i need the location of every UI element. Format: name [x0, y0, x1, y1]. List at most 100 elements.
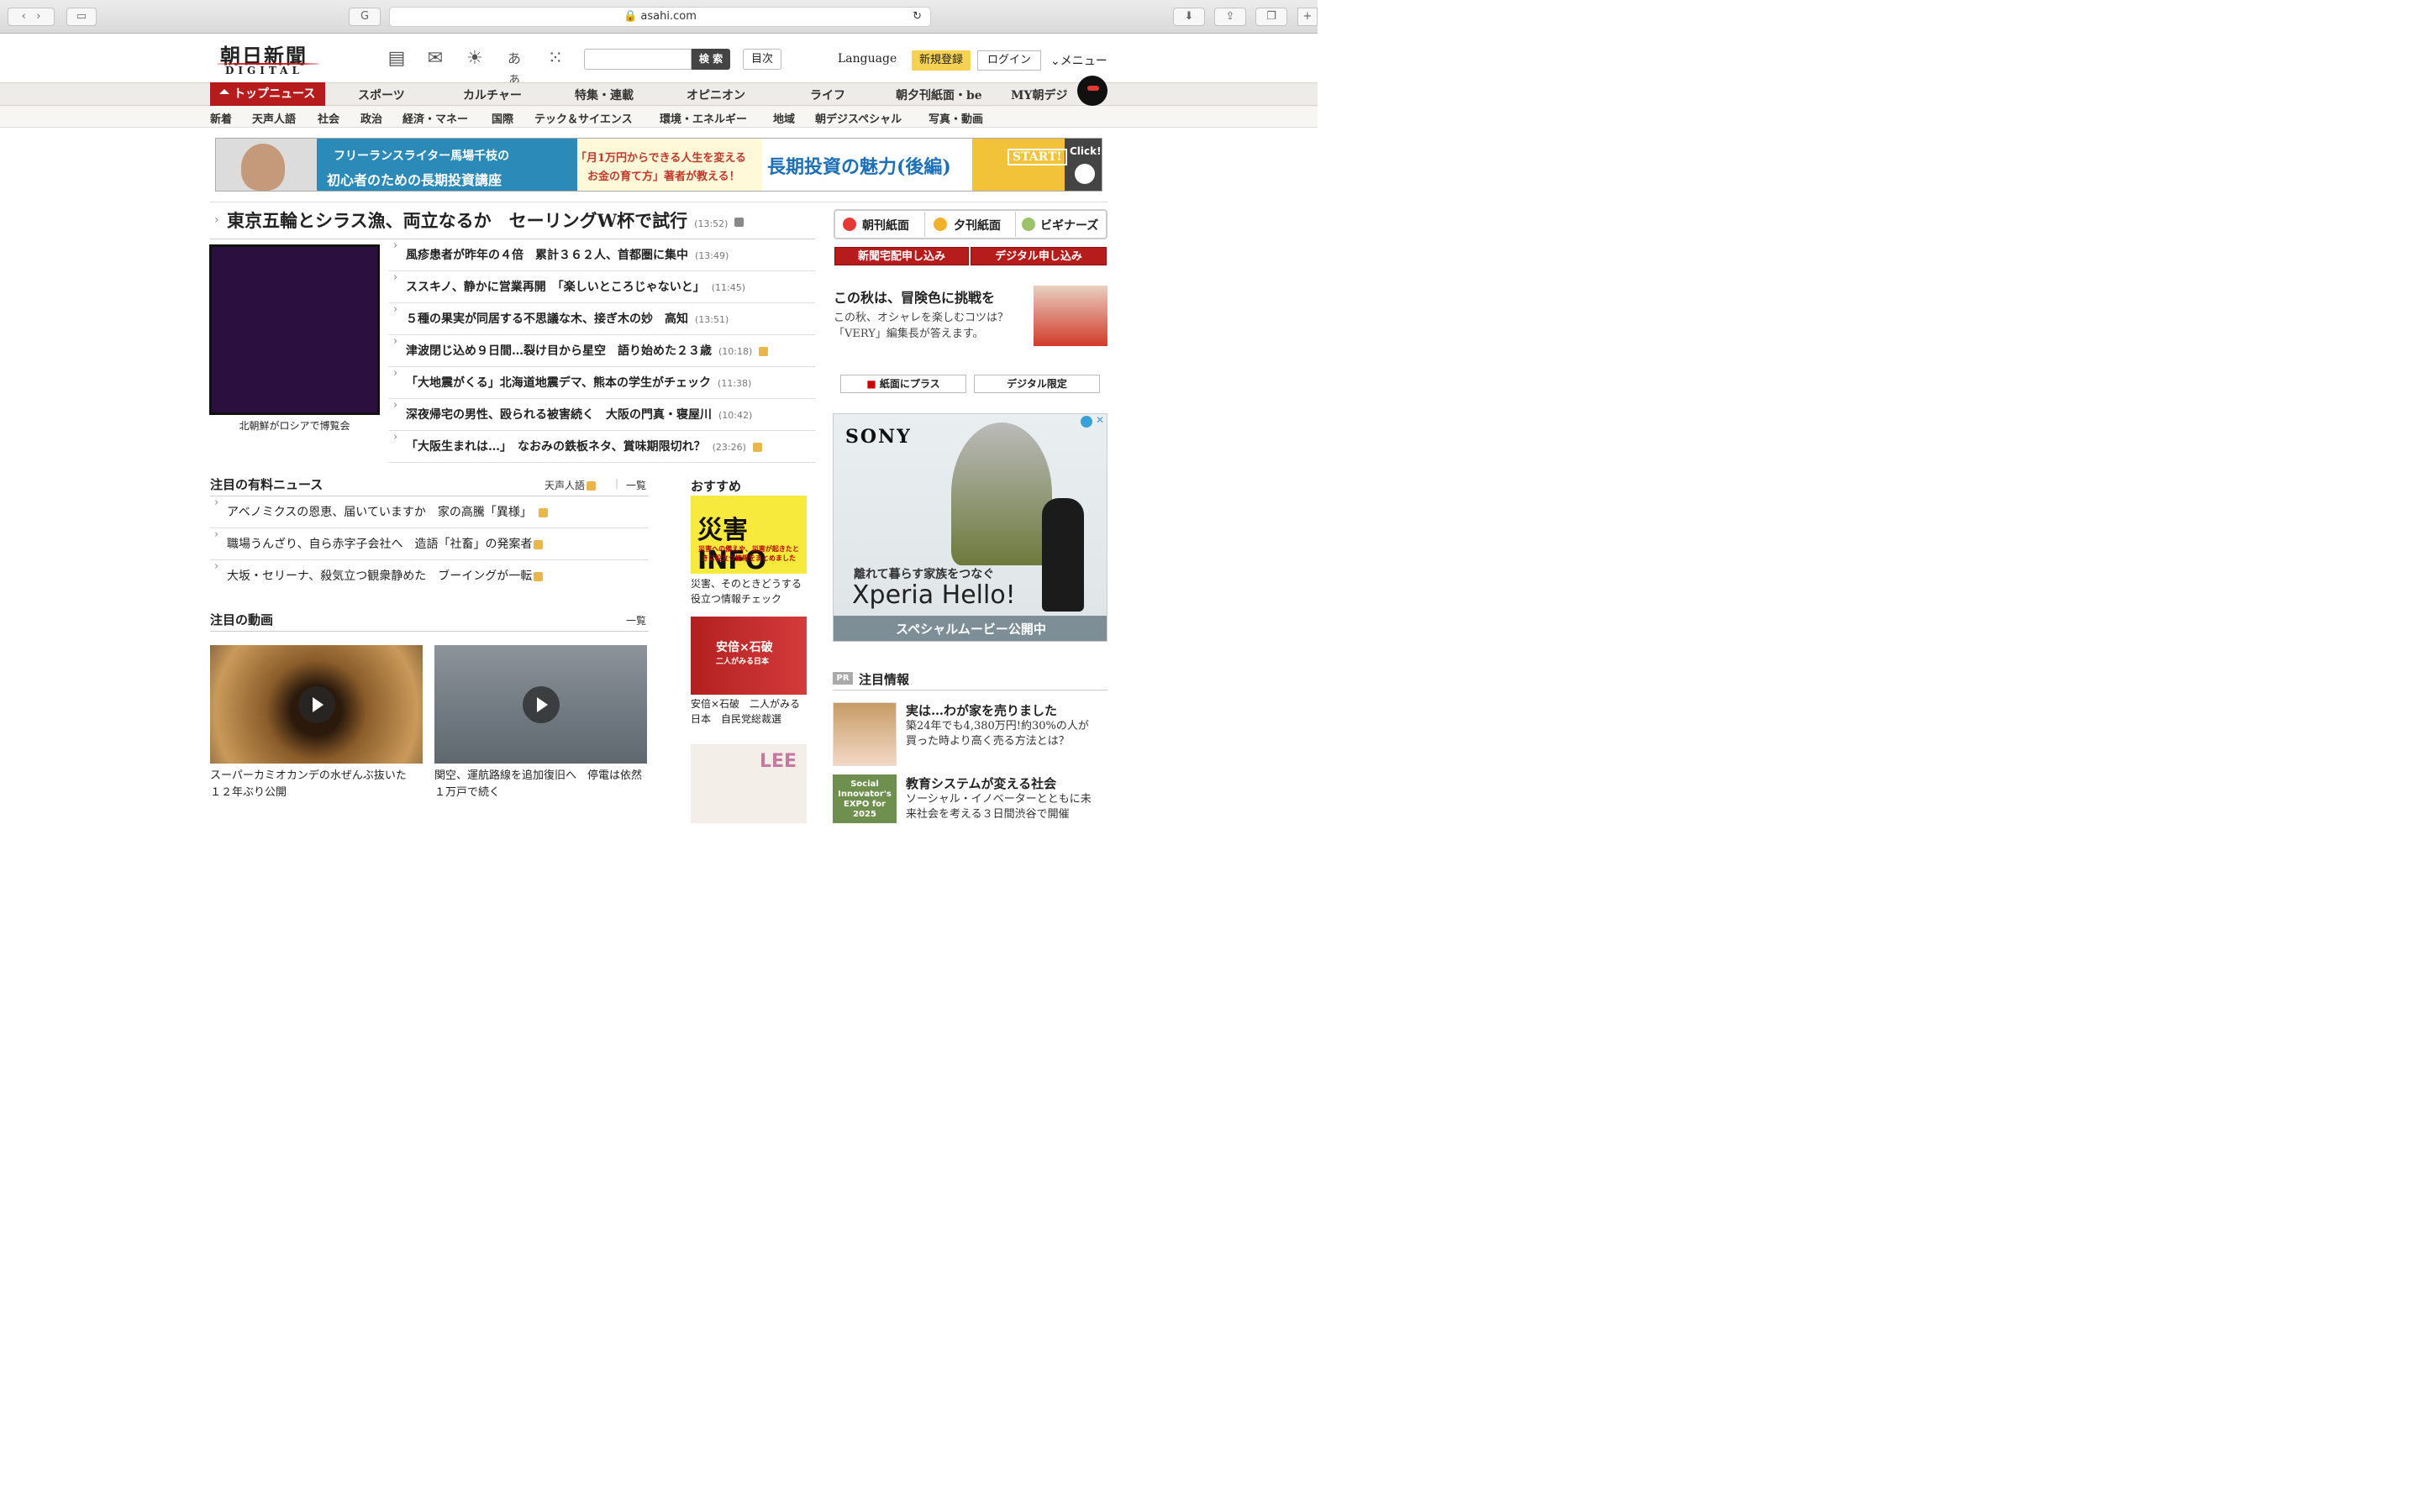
- language-link[interactable]: Language: [838, 52, 897, 66]
- pr-item-title[interactable]: 教育システムが変える社会: [906, 774, 1056, 792]
- sidebar-icon[interactable]: ▭: [66, 8, 97, 26]
- promo-title[interactable]: この秋は、冒険色に挑戦を: [834, 286, 995, 307]
- tabs-icon[interactable]: ❐: [1255, 8, 1287, 26]
- subnav-international[interactable]: 国際: [492, 110, 513, 126]
- recommended-image-sub: 二人がみる日本: [716, 658, 770, 666]
- news-item[interactable]: › ５種の果実が同居する不思議な木、接ぎ木の妙 高知 (13:51): [389, 303, 815, 335]
- promo-image[interactable]: [1034, 286, 1107, 346]
- chevron-right-icon: ›: [214, 496, 219, 509]
- news-item[interactable]: › 「大阪生まれは…」 なおみの鉄板ネタ、賞味期限切れ？ (23:26): [389, 431, 815, 463]
- paid-news-item[interactable]: › 大坂・セリーナ、殺気立つ観衆静めた ブーイングが一転: [210, 560, 649, 592]
- top-headline[interactable]: 東京五輪とシラス漁、両立なるか セーリングW杯で試行 (13:52): [227, 207, 744, 233]
- address-bar[interactable]: 🔒 asahi.com ↻: [389, 7, 931, 27]
- news-item[interactable]: › 「大地震がくる」北海道地震デマ、熊本の学生がチェック (11:38): [389, 367, 815, 399]
- search-button[interactable]: 検 索: [692, 49, 730, 70]
- video-thumbnail[interactable]: [210, 645, 423, 764]
- font-size-icon[interactable]: あぁ: [502, 47, 526, 87]
- menu-button[interactable]: ⌄メニュー: [1050, 52, 1107, 69]
- tensei-link[interactable]: 天声人語: [544, 478, 597, 492]
- recommended-image[interactable]: 災害INFO 災害への備えや、災害が起きたときに役立つ情報をまとめました: [691, 496, 807, 575]
- banner-line2: 初心者のための長期投資講座: [327, 172, 502, 188]
- banner-start: START!: [1007, 149, 1067, 165]
- news-item[interactable]: › 深夜帰宅の男性、殴られる被害続く 大阪の門真・寝屋川 (10:42): [389, 399, 815, 431]
- subscribe-home-button[interactable]: 新聞宅配申し込み: [834, 247, 969, 265]
- paid-news-item[interactable]: › アベノミクスの恩恵、届いていますか 家の高騰「異様」: [210, 496, 649, 528]
- tab-evening-paper[interactable]: 夕刊紙面: [954, 217, 1001, 234]
- reload-icon[interactable]: ↻: [913, 8, 922, 26]
- nav-item-culture[interactable]: カルチャー: [463, 87, 522, 103]
- subnav-politics[interactable]: 政治: [360, 110, 382, 126]
- recommended-image[interactable]: 安倍×石破 二人がみる日本: [691, 617, 807, 695]
- nav-item-my-asahi[interactable]: MY朝デジ: [1011, 87, 1068, 103]
- subnav-economy[interactable]: 経済・マネー: [402, 110, 468, 126]
- pr-image[interactable]: [833, 702, 897, 766]
- pr-item-title[interactable]: 実は…わが家を売りました: [906, 701, 1057, 719]
- banner-line4: お金の育て方」著者が教える！: [587, 171, 740, 183]
- login-button[interactable]: ログイン: [977, 50, 1041, 71]
- search-input[interactable]: [584, 49, 692, 70]
- news-item[interactable]: › ススキノ、静かに営業再開 「楽しいところじゃないと」 (11:45): [389, 271, 815, 303]
- share-icon[interactable]: ⇪: [1214, 8, 1246, 26]
- recommended-caption[interactable]: 安倍×石破 二人がみる日本 自民党総裁選: [691, 696, 808, 727]
- mail-icon[interactable]: ✉: [424, 47, 447, 71]
- tab-beginners[interactable]: ビギナーズ: [1040, 217, 1098, 234]
- nav-item-paper[interactable]: 朝夕刊紙面・be: [896, 87, 982, 103]
- nav-item-opinion[interactable]: オピニオン: [687, 87, 745, 103]
- lead-photo[interactable]: [209, 244, 380, 415]
- back-forward-buttons[interactable]: ‹ ›: [8, 8, 55, 26]
- new-tab-button[interactable]: +: [1297, 8, 1318, 26]
- nav-item-top-news[interactable]: トップニュース: [210, 82, 325, 106]
- chevron-right-icon: ›: [393, 431, 398, 444]
- sony-ad[interactable]: SONY 離れて暮らす家族をつなぐ Xperia Hello! スペシャルムービ…: [833, 413, 1107, 642]
- promo-text[interactable]: この秋、オシャレを楽しむコツは？ 「VERY」編集長が答えます。: [834, 310, 1027, 342]
- subnav-region[interactable]: 地域: [773, 110, 795, 126]
- subnav-photo-video[interactable]: 写真・動画: [929, 110, 983, 126]
- subnav-tech[interactable]: テック＆サイエンス: [534, 110, 633, 126]
- paid-list-link[interactable]: 一覧: [626, 478, 646, 492]
- download-icon[interactable]: ⬇: [1173, 8, 1205, 26]
- banner-ad[interactable]: フリーランスライター馬場千枝の 初心者のための長期投資講座 「月1万円からできる…: [215, 138, 1102, 192]
- ad-close-icon[interactable]: ✕: [1096, 414, 1104, 426]
- subnav-society[interactable]: 社会: [318, 110, 339, 126]
- weather-icon[interactable]: ☀: [463, 47, 487, 71]
- subnav-new[interactable]: 新着: [210, 110, 232, 126]
- news-item[interactable]: › 風疹患者が昨年の４倍 累計３６２人、首都圏に集中 (13:49): [389, 239, 815, 271]
- paid-news-item[interactable]: › 職場うんざり、自ら赤字子会社へ 造語「社畜」の発案者: [210, 528, 649, 560]
- recommended-image[interactable]: LEE: [691, 744, 807, 823]
- nav-item-life[interactable]: ライフ: [810, 87, 845, 103]
- pr-badge: PR: [833, 672, 853, 685]
- video-caption[interactable]: スーパーカミオカンデの水ぜんぶ抜いた １２年ぶり公開: [210, 768, 423, 801]
- video-thumbnail[interactable]: [434, 645, 647, 764]
- apps-grid-icon[interactable]: ⁙: [544, 47, 567, 71]
- lock-icon: [534, 539, 544, 549]
- video-caption[interactable]: 関空、運航路線を追加復旧へ 停電は依然１万戸で続く: [434, 768, 647, 801]
- recommended-caption[interactable]: 災害、そのときどうする 役立つ情報チェック: [691, 576, 808, 606]
- plus-paper-button[interactable]: ■ 紙面にプラス: [840, 375, 966, 393]
- pr-image[interactable]: Social Innovator's EXPO for 2025: [833, 774, 897, 823]
- grammarly-icon[interactable]: G: [349, 8, 381, 26]
- subscribe-digital-button[interactable]: デジタル申し込み: [971, 247, 1107, 265]
- ad-info-icon[interactable]: [1081, 416, 1092, 428]
- register-button[interactable]: 新規登録: [912, 50, 971, 71]
- newspaper-icon[interactable]: ▤: [385, 47, 408, 71]
- lead-photo-caption[interactable]: 北朝鮮がロシアで博覧会: [209, 418, 380, 433]
- tab-morning-paper[interactable]: 朝刊紙面: [862, 217, 909, 234]
- lock-icon: [759, 346, 769, 356]
- divider: [1015, 212, 1016, 237]
- nav-item-sports[interactable]: スポーツ: [358, 87, 405, 103]
- digital-only-button[interactable]: デジタル限定: [974, 375, 1100, 393]
- news-item[interactable]: › 津波閉じ込め９日間…裂け目から星空 語り始めた２３歳 (10:18): [389, 335, 815, 367]
- chevron-right-icon: ›: [393, 399, 398, 412]
- videos-list-link[interactable]: 一覧: [626, 613, 646, 627]
- nav-item-features[interactable]: 特集・連載: [575, 87, 634, 103]
- toc-button[interactable]: 目次: [743, 49, 781, 70]
- mascot-icon[interactable]: [1077, 76, 1107, 106]
- subnav-tensei[interactable]: 天声人語: [252, 110, 296, 126]
- pr-title: 注目情報: [859, 672, 910, 687]
- chevron-right-icon: ›: [393, 239, 398, 252]
- pr-item-text[interactable]: 築24年でも4,380万円!約30%の人が買った時より高く売る方法とは？: [906, 719, 1099, 749]
- subnav-special[interactable]: 朝デジスペシャル: [815, 110, 902, 126]
- subnav-environment[interactable]: 環境・エネルギー: [660, 110, 747, 126]
- pr-item-text[interactable]: ソーシャル・イノベーターとともに未来社会を考える３日間渋谷で開催: [906, 792, 1099, 822]
- ad-tagline: 離れて暮らす家族をつなぐ: [854, 568, 995, 581]
